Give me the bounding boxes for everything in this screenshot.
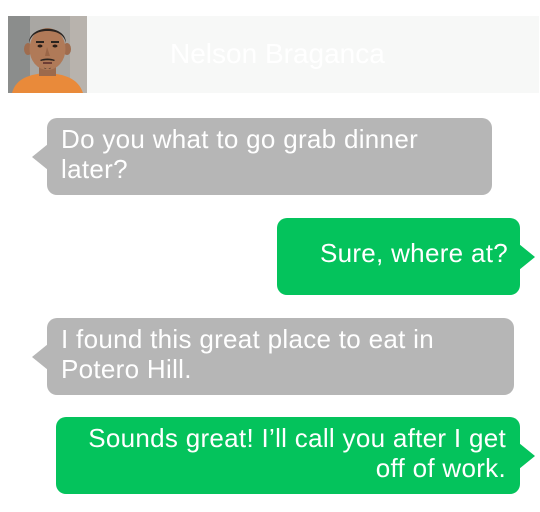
message-bubble-outgoing[interactable]: Sure, where at?: [277, 218, 535, 295]
message-bubble-incoming[interactable]: Do you what to go grab dinner later?: [32, 118, 492, 195]
chat-header: Nelson Braganca: [8, 16, 539, 93]
contact-avatar[interactable]: [8, 16, 87, 93]
chat-screen: Nelson Braganca Do you what to go grab d…: [0, 0, 540, 512]
message-bubble-incoming[interactable]: I found this great place to eat in Poter…: [32, 318, 514, 395]
message-bubble-outgoing[interactable]: Sounds great! I’ll call you after I get …: [56, 417, 535, 494]
contact-name: Nelson Braganca: [170, 38, 385, 69]
avatar-photo: [8, 16, 87, 93]
